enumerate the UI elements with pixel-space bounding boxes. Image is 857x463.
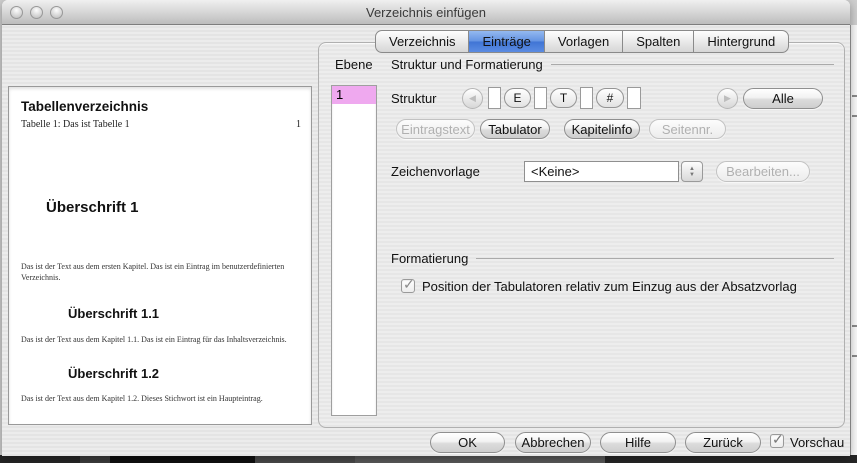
formatierung-section-header: Formatierung [391,251,834,266]
preview-index-entry: Tabelle 1: Das ist Tabelle 1 [21,119,130,130]
background-dock-strip [0,455,857,463]
arrow-left-icon: ◀ [469,93,476,103]
zeichenvorlage-label: Zeichenvorlage [391,164,480,179]
level-item-1[interactable]: 1 [332,86,376,104]
preview-index-title: Tabellenverzeichnis [21,99,149,114]
structure-text-field-1[interactable] [488,87,501,109]
kapitelinfo-button[interactable]: Kapitelinfo [564,119,640,139]
seitennr-button[interactable]: Seitennr. [649,119,726,139]
tab-vorlagen[interactable]: Vorlagen [543,30,624,53]
ebene-level-listbox[interactable]: 1 [331,85,377,416]
tab-spalten[interactable]: Spalten [622,30,695,53]
section-divider-line [476,258,834,259]
structure-text-field-3[interactable] [580,87,593,109]
struktur-section-title: Struktur und Formatierung [391,57,543,72]
checkmark-icon: ✓ [403,276,415,292]
preview-paragraph-3: Das ist der Text aus dem Kapitel 1.2. Di… [21,394,263,403]
preview-paragraph-2: Das ist der Text aus dem Kapitel 1.1. Da… [21,335,287,344]
alle-button[interactable]: Alle [743,88,823,109]
page-number-token[interactable]: # [596,88,624,108]
preview-heading-1: Überschrift 1 [46,199,139,216]
struktur-section-header: Struktur und Formatierung [391,57,834,72]
structure-text-field-4[interactable] [627,87,641,109]
tab-position-checkbox-label: Position der Tabulatoren relativ zum Ein… [422,279,797,294]
ok-button[interactable]: OK [430,432,505,453]
zeichenvorlage-stepper[interactable]: ▲ ▼ [681,161,703,182]
stepper-down-icon: ▼ [689,171,695,178]
struktur-row-label: Struktur [391,91,437,106]
tab-verzeichnis[interactable]: Verzeichnis [375,30,470,53]
vorschau-checkbox[interactable]: ✓ [770,431,784,448]
entry-text-token[interactable]: E [504,88,531,108]
eintraege-tab-panel: Ebene 1 Struktur und Formatierung Strukt… [318,42,845,428]
zeichenvorlage-select[interactable]: <Keine> [524,161,679,182]
tab-hintergrund[interactable]: Hintergrund [693,30,790,53]
checkmark-icon: ✓ [772,431,784,447]
ebene-label: Ebene [335,57,373,72]
preview-heading-1-1: Überschrift 1.1 [68,306,160,321]
token-scroll-left-button[interactable]: ◀ [462,88,483,109]
arrow-right-icon: ▶ [724,93,731,103]
document-preview-pane: Tabellenverzeichnis Tabelle 1: Das ist T… [8,86,312,425]
vorschau-checkbox-label: Vorschau [790,435,845,450]
structure-text-field-2[interactable] [534,87,547,109]
tab-eintraege[interactable]: Einträge [468,30,545,53]
cancel-button[interactable]: Abbrechen [515,432,591,453]
dialog-tab-bar: Verzeichnis Einträge Vorlagen Spalten Hi… [375,30,790,53]
background-window-sliver [850,25,857,455]
section-divider-line [550,64,834,65]
preview-paragraph-1: Das ist der Text aus dem ersten Kapitel.… [21,262,285,282]
help-button[interactable]: Hilfe [600,432,676,453]
eintragstext-button[interactable]: Eintragstext [396,119,475,139]
token-scroll-right-button[interactable]: ▶ [717,88,738,109]
preview-heading-1-2: Überschrift 1.2 [68,366,160,381]
tabulator-button[interactable]: Tabulator [480,119,550,139]
bearbeiten-button[interactable]: Bearbeiten... [716,161,810,182]
back-button[interactable]: Zurück [685,432,761,453]
window-title: Verzeichnis einfügen [366,5,486,20]
tab-stop-token[interactable]: T [550,88,577,108]
preview-index-page-number: 1 [296,119,301,130]
title-bar[interactable]: Verzeichnis einfügen [2,0,850,25]
preview-index-row: Tabelle 1: Das ist Tabelle 1 1 [21,119,301,130]
tab-position-checkbox[interactable]: ✓ [401,276,415,293]
formatierung-section-title: Formatierung [391,251,469,266]
verzeichnis-einfuegen-dialog: Verzeichnis einfügen Tabellenverzeichnis… [2,0,850,456]
